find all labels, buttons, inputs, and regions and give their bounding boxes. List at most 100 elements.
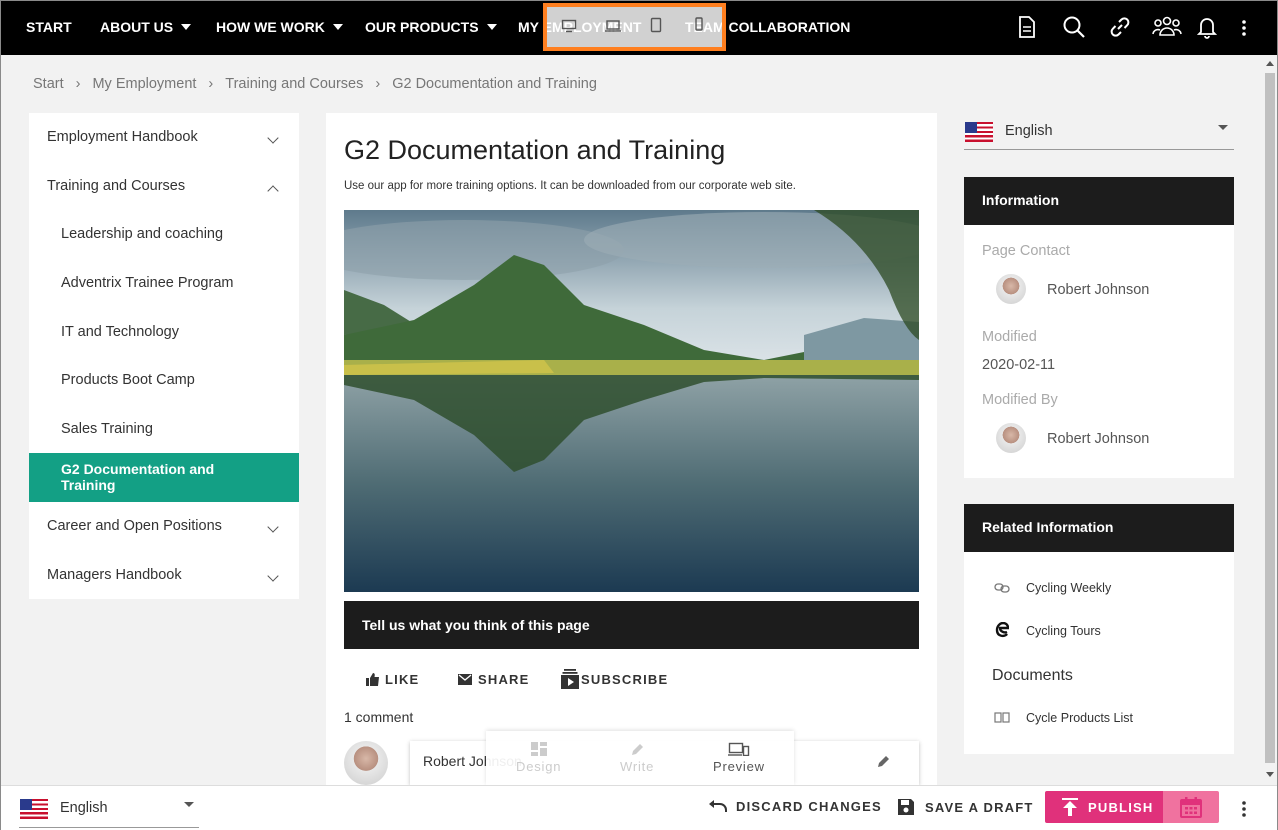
more-vertical-icon[interactable] bbox=[1241, 19, 1247, 37]
undo-icon bbox=[709, 799, 727, 812]
documents-heading: Documents bbox=[992, 667, 1073, 684]
write-mode-button[interactable]: Write bbox=[620, 742, 654, 774]
save-draft-button[interactable]: SAVE A DRAFT bbox=[897, 798, 1034, 816]
sidebar-item-leadership[interactable]: Leadership and coaching bbox=[29, 226, 299, 242]
feedback-banner: Tell us what you think of this page bbox=[344, 601, 919, 649]
preview-mode-button[interactable]: Preview bbox=[713, 742, 765, 774]
nav-our-products[interactable]: OUR PRODUCTS bbox=[365, 19, 497, 35]
subscriptions-icon bbox=[561, 669, 579, 689]
us-flag-icon bbox=[965, 122, 993, 142]
book-open-icon bbox=[994, 712, 1010, 723]
breadcrumb-start[interactable]: Start bbox=[33, 76, 64, 92]
phone-icon[interactable] bbox=[695, 17, 703, 31]
page-subtitle: Use our app for more training options. I… bbox=[344, 180, 796, 192]
pencil-icon bbox=[632, 744, 644, 755]
page-title: G2 Documentation and Training bbox=[344, 135, 726, 165]
scroll-up-arrow-icon[interactable] bbox=[1266, 61, 1274, 66]
page-contact-name[interactable]: Robert Johnson bbox=[1047, 282, 1149, 298]
sidebar-item-products-boot-camp[interactable]: Products Boot Camp bbox=[29, 372, 299, 388]
bell-icon[interactable] bbox=[1197, 15, 1217, 39]
calendar-icon bbox=[1180, 797, 1202, 818]
sidebar-item-employment-handbook[interactable]: Employment Handbook bbox=[29, 129, 299, 145]
link-icon bbox=[994, 583, 1010, 593]
nav-start[interactable]: START bbox=[26, 19, 72, 35]
nav-about-us[interactable]: ABOUT US bbox=[100, 19, 192, 35]
like-button[interactable]: LIKE bbox=[366, 672, 419, 687]
sidebar-item-g2-documentation[interactable]: G2 Documentation and Training bbox=[29, 453, 299, 502]
sidebar-item-it-technology[interactable]: IT and Technology bbox=[29, 324, 299, 340]
related-link-cycling-tours[interactable]: Cycling Tours bbox=[1026, 624, 1101, 638]
document-cycle-products-list[interactable]: Cycle Products List bbox=[1026, 711, 1133, 725]
modified-label: Modified bbox=[982, 329, 1037, 345]
share-button[interactable]: SHARE bbox=[458, 672, 530, 687]
scrollbar-thumb[interactable] bbox=[1265, 73, 1275, 763]
sidebar-navigation: Employment Handbook Training and Courses… bbox=[29, 113, 299, 599]
schedule-publish-button[interactable] bbox=[1163, 791, 1219, 823]
scroll-down-arrow-icon[interactable] bbox=[1266, 772, 1274, 777]
envelope-icon bbox=[458, 674, 472, 685]
floppy-disk-icon bbox=[898, 799, 914, 815]
breadcrumb-training[interactable]: Training and Courses bbox=[225, 76, 363, 92]
chevron-down-icon[interactable] bbox=[267, 570, 279, 582]
nav-how-we-work[interactable]: HOW WE WORK bbox=[216, 19, 343, 35]
language-selector[interactable]: English bbox=[964, 113, 1234, 150]
more-vertical-icon[interactable] bbox=[1241, 800, 1247, 818]
main-content: G2 Documentation and Training Use our ap… bbox=[326, 113, 937, 785]
top-navigation: START ABOUT US HOW WE WORK OUR PRODUCTS … bbox=[1, 1, 1277, 55]
sidebar-item-career[interactable]: Career and Open Positions bbox=[29, 518, 299, 534]
desktop-icon[interactable] bbox=[561, 19, 577, 33]
dropdown-arrow-icon bbox=[184, 802, 194, 807]
information-card-title: Information bbox=[964, 177, 1234, 225]
information-card: Information Page Contact Robert Johnson … bbox=[964, 177, 1234, 478]
avatar bbox=[344, 741, 388, 785]
comments-count: 1 comment bbox=[344, 709, 414, 725]
modified-by-name[interactable]: Robert Johnson bbox=[1047, 431, 1149, 447]
subscribe-button[interactable]: SUBSCRIBE bbox=[561, 669, 668, 689]
link-icon[interactable] bbox=[1108, 15, 1132, 39]
devices-icon bbox=[727, 742, 750, 757]
document-icon[interactable] bbox=[1017, 15, 1037, 39]
related-information-title: Related Information bbox=[964, 504, 1234, 552]
editor-bottom-bar: English DISCARD CHANGES SAVE A DRAFT PUB… bbox=[1, 785, 1277, 830]
related-link-cycling-weekly[interactable]: Cycling Weekly bbox=[1026, 581, 1111, 595]
upload-icon bbox=[1062, 798, 1078, 816]
breadcrumb-separator: › bbox=[75, 76, 81, 92]
edit-pencil-icon[interactable] bbox=[876, 755, 890, 769]
sidebar-item-managers-handbook[interactable]: Managers Handbook bbox=[29, 567, 299, 583]
modified-by-label: Modified By bbox=[982, 392, 1058, 408]
avatar bbox=[996, 423, 1026, 453]
chevron-down-icon[interactable] bbox=[267, 132, 279, 144]
sidebar-item-sales-training[interactable]: Sales Training bbox=[29, 421, 299, 437]
related-information-card: Related Information Cycling Weekly Cycli… bbox=[964, 504, 1234, 754]
edge-browser-icon bbox=[995, 622, 1009, 638]
search-icon[interactable] bbox=[1062, 15, 1086, 39]
caret-down-icon bbox=[332, 24, 343, 30]
bottom-language-selector[interactable]: English bbox=[19, 794, 199, 828]
people-icon[interactable] bbox=[1152, 15, 1182, 37]
caret-down-icon bbox=[181, 24, 192, 30]
laptop-icon[interactable] bbox=[604, 19, 622, 33]
design-mode-button[interactable]: Design bbox=[516, 742, 561, 774]
discard-changes-button[interactable]: DISCARD CHANGES bbox=[708, 799, 882, 814]
breadcrumb-separator: › bbox=[208, 76, 214, 92]
dropdown-arrow-icon bbox=[1218, 125, 1228, 130]
sidebar-item-adventrix[interactable]: Adventrix Trainee Program bbox=[29, 275, 299, 291]
chevron-down-icon[interactable] bbox=[267, 521, 279, 533]
avatar bbox=[996, 274, 1026, 304]
landscape-image bbox=[344, 210, 919, 592]
sidebar-item-training-courses[interactable]: Training and Courses bbox=[29, 178, 299, 197]
publish-button[interactable]: PUBLISH bbox=[1045, 791, 1163, 823]
editor-mode-toolbar: Design Write Preview bbox=[486, 731, 794, 785]
breadcrumb-my-employment[interactable]: My Employment bbox=[92, 76, 196, 92]
modified-date: 2020-02-11 bbox=[982, 357, 1056, 373]
device-preview-switcher bbox=[543, 3, 726, 51]
page-contact-label: Page Contact bbox=[982, 243, 1070, 259]
us-flag-icon bbox=[20, 799, 48, 819]
caret-down-icon bbox=[486, 24, 497, 30]
dashboard-icon bbox=[530, 742, 547, 756]
breadcrumb-current: G2 Documentation and Training bbox=[392, 76, 597, 92]
breadcrumb-separator: › bbox=[375, 76, 381, 92]
thumbs-up-icon bbox=[366, 673, 379, 686]
chevron-up-icon[interactable] bbox=[267, 185, 279, 197]
tablet-icon[interactable] bbox=[650, 17, 662, 33]
